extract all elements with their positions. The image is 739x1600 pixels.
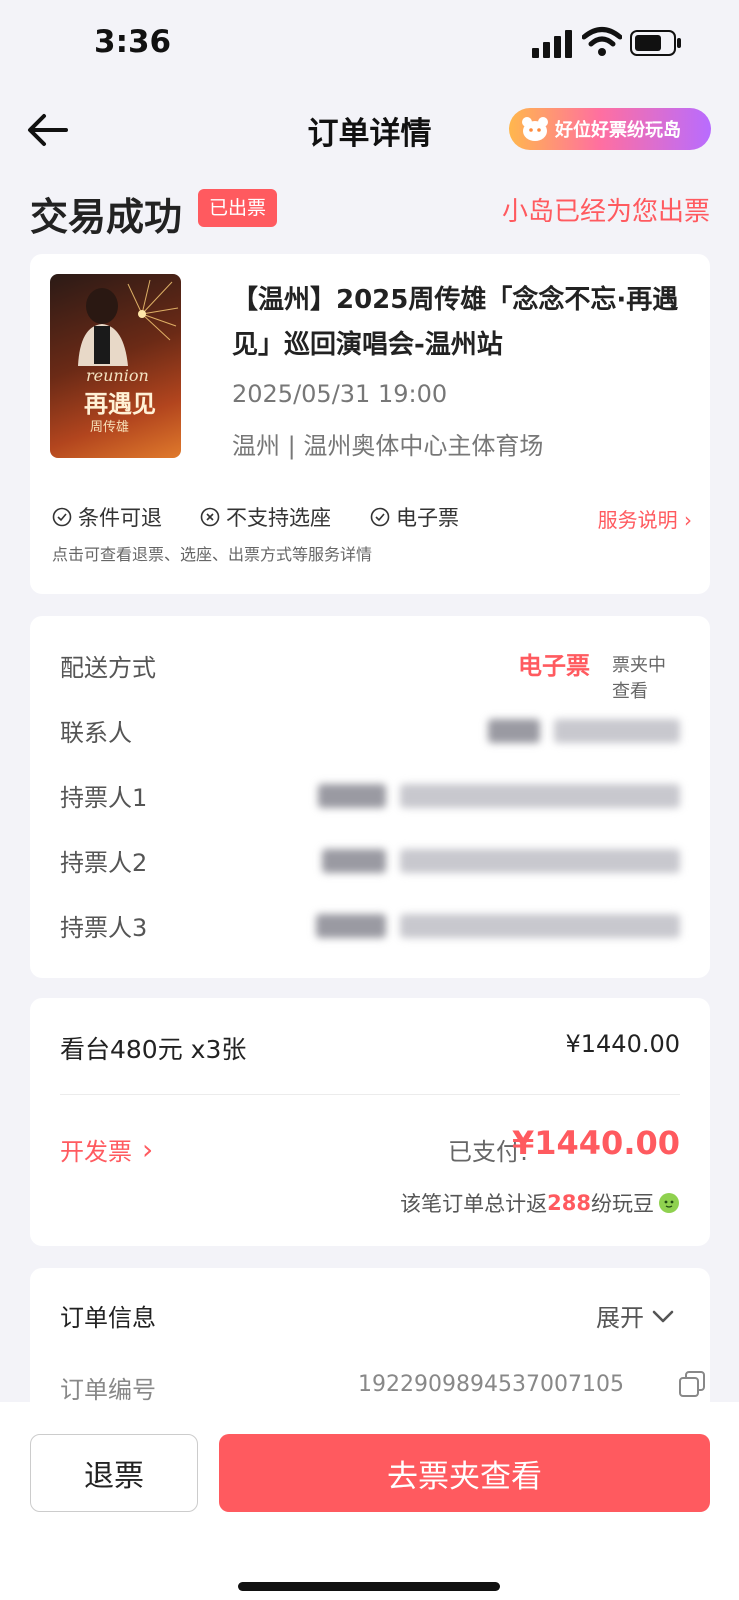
paid-amount: ¥1440.00 xyxy=(511,1124,680,1162)
redacted-name xyxy=(488,719,540,743)
points-prefix: 该笔订单总计返 xyxy=(400,1192,548,1216)
points-suffix: 纷玩豆 xyxy=(591,1192,654,1216)
delivery-label: 配送方式 xyxy=(60,654,156,682)
redacted-id xyxy=(400,849,680,873)
delivery-hint: 票夹中查看 xyxy=(612,655,666,702)
points-reward: 该笔订单总计返 288 纷玩豆 xyxy=(400,1188,680,1218)
wifi-icon xyxy=(582,27,622,56)
signal-icon xyxy=(532,30,572,58)
event-datetime: 2025/05/31 19:00 xyxy=(232,380,448,408)
service-item-eticket: 电子票 xyxy=(370,502,459,532)
chevron-right-icon: › xyxy=(142,1133,154,1166)
bear-icon xyxy=(522,117,548,141)
chevron-down-icon xyxy=(652,1310,674,1322)
order-status-title: 交易成功 xyxy=(30,195,183,239)
battery-icon xyxy=(630,30,681,56)
ticket-line-item: 看台480元 x3张 xyxy=(60,1035,247,1064)
holder-label: 持票人2 xyxy=(60,849,148,877)
event-venue: 温州 | 温州奥体中心主体育场 xyxy=(232,432,544,460)
event-card[interactable]: reunion 再遇见 周传雄 【温州】2025周传雄「念念不忘·再遇见」巡回演… xyxy=(30,254,710,594)
redacted-id xyxy=(400,914,680,938)
event-poster[interactable]: reunion 再遇见 周传雄 xyxy=(50,274,181,458)
poster-line1: reunion xyxy=(86,366,149,385)
order-number: 1922909894537007105 xyxy=(358,1372,624,1397)
bean-icon xyxy=(659,1193,679,1213)
points-count: 288 xyxy=(547,1191,591,1215)
promo-text: 好位好票纷玩岛 xyxy=(555,120,681,141)
view-ticket-wallet-button[interactable]: 去票夹查看 xyxy=(219,1434,710,1512)
redacted-id xyxy=(400,784,680,808)
status-note: 小岛已经为您出票 xyxy=(501,197,710,227)
service-label: 不支持选座 xyxy=(226,506,331,530)
holder-row: 持票人1 xyxy=(60,778,680,818)
status-bar: 3:36 xyxy=(0,0,739,90)
delivery-card: 配送方式 电子票 票夹中查看 联系人 持票人1 持票人2 持票人3 xyxy=(30,616,710,978)
payment-card: 看台480元 x3张 ¥1440.00 开发票 › 已支付: ¥1440.00 … xyxy=(30,998,710,1246)
redacted-phone xyxy=(554,719,680,743)
home-indicator[interactable] xyxy=(238,1582,500,1591)
status-time: 3:36 xyxy=(94,24,172,60)
order-number-label: 订单编号 xyxy=(60,1376,156,1404)
service-info-link[interactable]: 服务说明 › xyxy=(598,504,692,533)
check-circle-icon xyxy=(52,507,72,527)
service-label: 电子票 xyxy=(396,506,459,530)
holder-row: 持票人2 xyxy=(60,843,680,883)
contact-row: 联系人 xyxy=(60,713,680,753)
event-title: 【温州】2025周传雄「念念不忘·再遇见」巡回演唱会-温州站 xyxy=(232,285,679,360)
service-label: 条件可退 xyxy=(78,506,162,530)
poster-line3: 周传雄 xyxy=(90,420,130,435)
holder-label: 持票人3 xyxy=(60,914,148,942)
check-circle-icon xyxy=(370,507,390,527)
divider xyxy=(60,1094,680,1095)
holder-label: 持票人1 xyxy=(60,784,148,812)
delivery-method: 电子票 xyxy=(518,652,590,680)
redacted-name xyxy=(318,784,386,808)
order-info-title: 订单信息 xyxy=(60,1304,156,1332)
copy-icon[interactable] xyxy=(678,1370,706,1398)
chevron-right-icon: › xyxy=(684,508,692,532)
ticket-line-total: ¥1440.00 xyxy=(565,1030,680,1058)
contact-label: 联系人 xyxy=(60,719,132,747)
x-circle-icon xyxy=(200,507,220,527)
delivery-row[interactable]: 配送方式 电子票 票夹中查看 xyxy=(60,648,680,702)
order-status: 交易成功 已出票 小岛已经为您出票 xyxy=(30,184,710,239)
bottom-action-bar: 退票 去票夹查看 xyxy=(0,1402,739,1600)
redacted-name xyxy=(316,914,386,938)
poster-line2: 再遇见 xyxy=(84,389,156,418)
promo-badge[interactable]: 好位好票纷玩岛 xyxy=(509,108,711,150)
redacted-name xyxy=(322,849,386,873)
expand-toggle[interactable]: 展开 xyxy=(596,1298,676,1333)
service-row[interactable]: 条件可退 不支持选座 电子票 服务说明 › xyxy=(52,502,692,538)
status-badge: 已出票 xyxy=(198,189,278,227)
nav-bar: 订单详情 好位好票纷玩岛 xyxy=(0,98,739,162)
service-info-label: 服务说明 xyxy=(597,508,678,532)
invoice-button[interactable]: 开发票 › xyxy=(60,1132,153,1167)
refund-button[interactable]: 退票 xyxy=(30,1434,198,1512)
service-description: 点击可查看退票、选座、出票方式等服务详情 xyxy=(52,545,373,564)
service-item-refund: 条件可退 xyxy=(52,502,162,532)
service-item-seat: 不支持选座 xyxy=(200,502,331,532)
invoice-label: 开发票 xyxy=(60,1138,132,1166)
expand-label: 展开 xyxy=(596,1304,644,1332)
holder-row: 持票人3 xyxy=(60,908,680,948)
